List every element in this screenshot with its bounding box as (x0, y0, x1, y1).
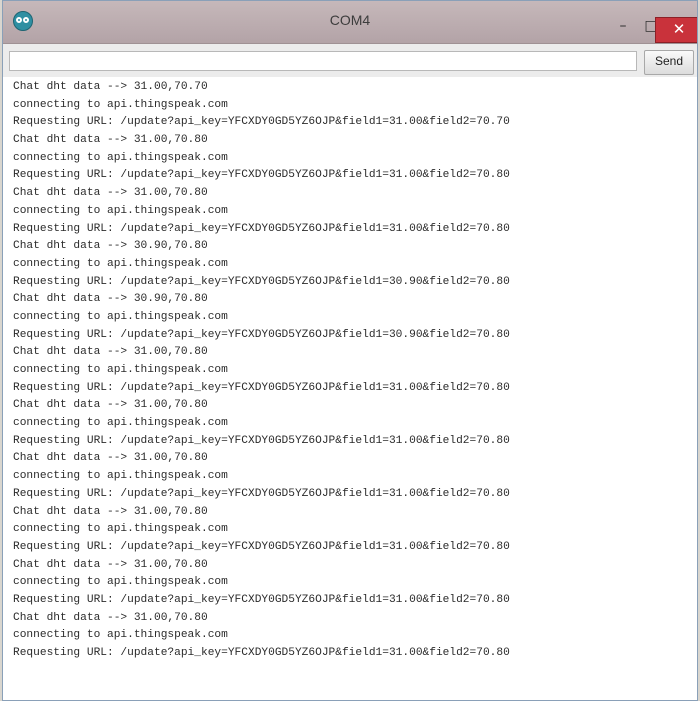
output-line: Chat dht data --> 31.00,70.80 (13, 452, 208, 465)
output-line: Requesting URL: /update?api_key=YFCXDY0G… (13, 169, 510, 182)
output-line: Requesting URL: /update?api_key=YFCXDY0G… (13, 222, 510, 235)
output-line: Requesting URL: /update?api_key=YFCXDY0G… (13, 434, 510, 447)
output-line: Requesting URL: /update?api_key=YFCXDY0G… (13, 328, 510, 341)
output-line: Requesting URL: /update?api_key=YFCXDY0G… (13, 540, 510, 553)
output-line: Chat dht data --> 30.90,70.80 (13, 293, 208, 306)
output-line: connecting to api.thingspeak.com (13, 257, 228, 270)
output-line: connecting to api.thingspeak.com (13, 470, 228, 483)
output-line: Requesting URL: /update?api_key=YFCXDY0G… (13, 381, 510, 394)
close-button[interactable]: ✕ (655, 17, 697, 43)
output-line: connecting to api.thingspeak.com (13, 364, 228, 376)
output-line: Chat dht data --> 31.00,70.80 (13, 611, 208, 624)
output-line: Chat dht data --> 31.00,70.80 (13, 187, 208, 200)
output-line: Requesting URL: /update?api_key=YFCXDY0G… (13, 116, 510, 129)
output-line: Chat dht data --> 31.00,70.80 (13, 134, 208, 147)
output-line: Chat dht data --> 30.90,70.80 (13, 240, 208, 253)
output-line: Chat dht data --> 31.00,70.80 (13, 505, 208, 518)
output-line: connecting to api.thingspeak.com (13, 310, 228, 323)
output-line: connecting to api.thingspeak.com (13, 417, 228, 430)
output-line: connecting to api.thingspeak.com (13, 629, 228, 642)
output-line: Requesting URL: /update?api_key=YFCXDY0G… (13, 487, 510, 500)
output-line: connecting to api.thingspeak.com (13, 523, 228, 536)
send-button[interactable]: Send (644, 50, 694, 75)
serial-input[interactable] (9, 51, 637, 71)
title-bar[interactable]: COM4 – □ ✕ (3, 1, 697, 44)
minimize-button[interactable]: – (609, 17, 637, 41)
output-line: Requesting URL: /update?api_key=YFCXDY0G… (13, 593, 510, 606)
output-line: connecting to api.thingspeak.com (13, 98, 228, 111)
input-bar: Send (3, 44, 697, 78)
output-line: connecting to api.thingspeak.com (13, 151, 228, 164)
output-line: connecting to api.thingspeak.com (13, 576, 228, 589)
output-line: Chat dht data --> 31.00,70.70 (13, 81, 208, 93)
output-line: Chat dht data --> 31.00,70.80 (13, 558, 208, 571)
serial-monitor-window: COM4 – □ ✕ Send Chat dht data --> 31.00,… (2, 0, 698, 701)
output-line: Requesting URL: /update?api_key=YFCXDY0G… (13, 647, 510, 659)
output-line: Chat dht data --> 31.00,70.80 (13, 399, 208, 412)
output-line: connecting to api.thingspeak.com (13, 204, 228, 217)
output-line: Chat dht data --> 31.00,70.80 (13, 346, 208, 359)
serial-output[interactable]: Chat dht data --> 31.00,70.70 connecting … (3, 77, 697, 700)
output-line: Requesting URL: /update?api_key=YFCXDY0G… (13, 275, 510, 288)
window-title: COM4 (329, 12, 371, 28)
